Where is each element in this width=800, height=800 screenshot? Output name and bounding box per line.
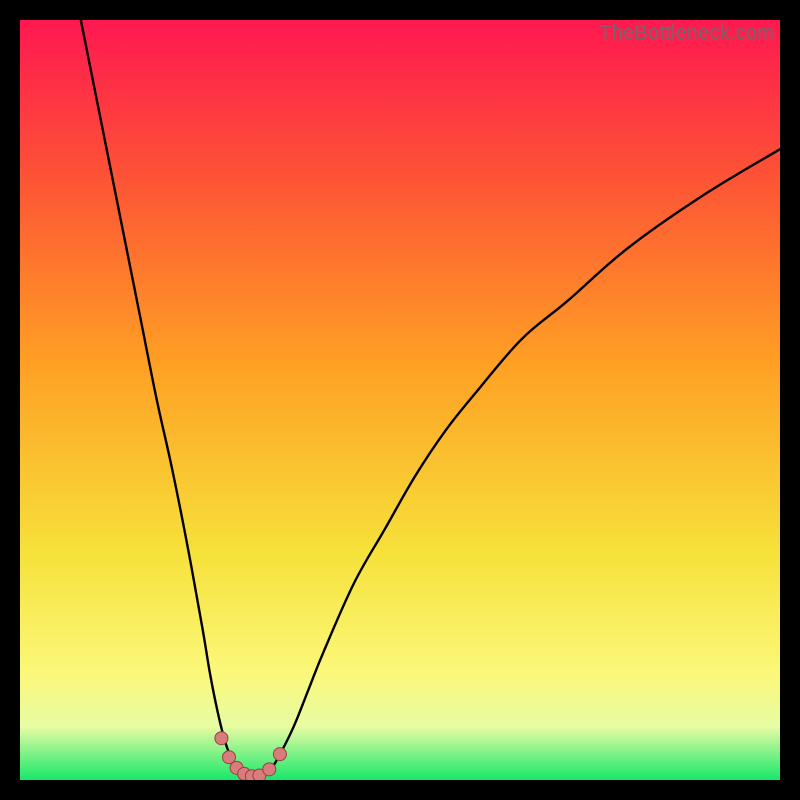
sample-dot: [215, 732, 228, 745]
sample-dot: [273, 748, 286, 761]
gradient-background: [20, 20, 780, 780]
sample-dot: [263, 763, 276, 776]
watermark-text: TheBottleneck.com: [599, 22, 774, 45]
chart-frame: TheBottleneck.com: [20, 20, 780, 780]
bottleneck-chart: [20, 20, 780, 780]
